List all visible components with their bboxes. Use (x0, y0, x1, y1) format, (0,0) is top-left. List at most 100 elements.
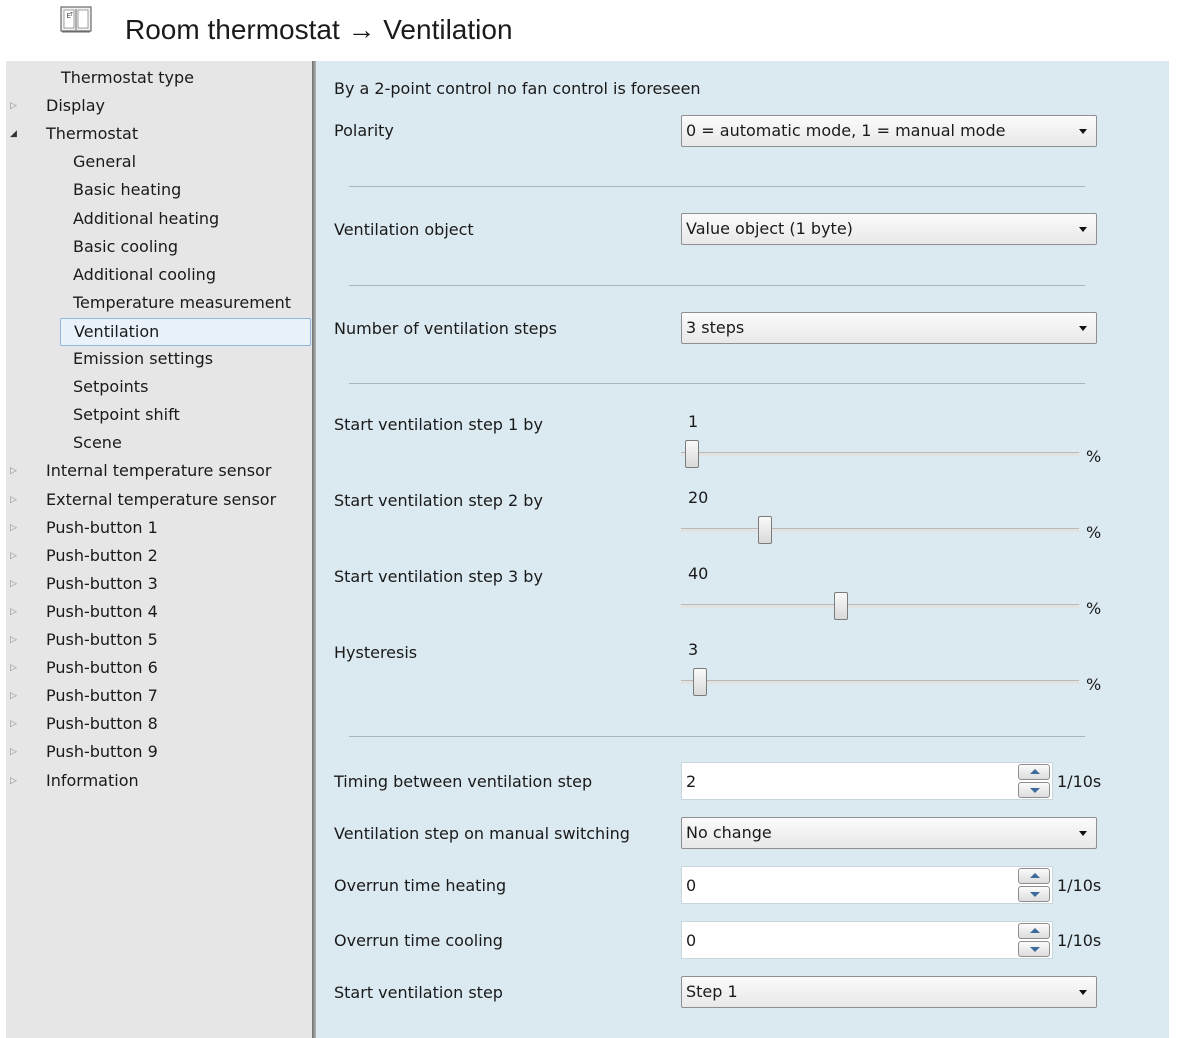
tree-item[interactable]: ▷ Push-button 7 (6, 683, 306, 709)
slider-thumb[interactable] (834, 592, 848, 620)
tree-item[interactable]: Ventilation (60, 317, 311, 346)
tree-item[interactable]: ▷ Information (6, 768, 306, 794)
tree-item[interactable]: Emission settings (6, 346, 306, 372)
tree-item-label: Internal temperature sensor (46, 461, 272, 481)
polarity-label: Polarity (334, 121, 394, 140)
overrun-cooling-spinner[interactable] (1018, 923, 1050, 957)
tree-item[interactable]: ▷ Push-button 3 (6, 571, 306, 597)
tree-item[interactable]: ▷ Push-button 9 (6, 739, 306, 765)
collapsed-triangle-icon[interactable]: ▷ (10, 487, 20, 513)
tree-item[interactable]: Additional heating (6, 206, 306, 232)
tree-item-label: Emission settings (73, 349, 214, 368)
tree-item[interactable]: Basic heating (6, 177, 306, 203)
tree-item[interactable]: Basic cooling (6, 234, 306, 260)
tree-item-label: Setpoints (73, 377, 149, 397)
start-step-dropdown[interactable]: Step 1 (681, 976, 1097, 1008)
overrun-heating-spinner[interactable] (1018, 868, 1050, 902)
collapsed-triangle-icon[interactable]: ▷ (10, 543, 20, 569)
overrun-cooling-input[interactable]: 0 (681, 921, 1053, 959)
tree-item[interactable]: ▷ Push-button 1 (6, 515, 306, 541)
tree-item[interactable]: ▷ External temperature sensor (6, 487, 306, 513)
timing-input[interactable]: 2 (681, 762, 1053, 800)
tree-item-label: Push-button 2 (46, 545, 158, 565)
tree-item-label: Information (46, 770, 139, 790)
tree-item[interactable]: ▷ Push-button 2 (6, 543, 306, 569)
timing-unit: 1/10s (1057, 772, 1102, 791)
manual-step-dropdown[interactable]: No change (681, 817, 1097, 849)
tree-item-label: Push-button 9 (46, 742, 158, 762)
tree-item-label: Push-button 6 (46, 658, 158, 678)
slider-track[interactable] (681, 528, 1079, 532)
collapsed-triangle-icon[interactable]: ▷ (10, 571, 20, 597)
tree-item[interactable]: ▷ Internal temperature sensor (6, 458, 306, 484)
overrun-cooling-label: Overrun time cooling (334, 931, 503, 950)
slider-track[interactable] (681, 680, 1079, 684)
steps-count-dropdown[interactable]: 3 steps (681, 312, 1097, 344)
separator (349, 383, 1085, 384)
page-title: Room thermostat → Ventilation (125, 14, 513, 45)
book-icon: E T (60, 6, 92, 33)
start-step-value: Step 1 (686, 982, 738, 1001)
slider-thumb[interactable] (685, 440, 699, 468)
tree-item[interactable]: ◢ Thermostat (6, 121, 306, 147)
tree-item-label: General (73, 152, 137, 172)
tree-item[interactable]: ▷ Push-button 5 (6, 627, 306, 653)
spin-down-icon[interactable] (1018, 941, 1050, 957)
tree-item-label: Push-button 3 (46, 573, 158, 593)
overrun-heating-input[interactable]: 0 (681, 866, 1053, 904)
timing-spinner[interactable] (1018, 764, 1050, 798)
slider-track[interactable] (681, 604, 1079, 608)
separator (349, 186, 1085, 187)
tree-item[interactable]: Setpoints (6, 374, 306, 400)
tree-item[interactable]: Thermostat type (6, 65, 306, 91)
parameter-tree: Thermostat type ▷ Display ◢ Thermostat Genera… (6, 61, 312, 1038)
right-margin (1169, 61, 1186, 1038)
collapsed-triangle-icon[interactable]: ▷ (10, 711, 20, 737)
info-text: By a 2-point control no fan control is f… (334, 79, 701, 98)
spin-up-icon[interactable] (1018, 923, 1050, 939)
slider-track[interactable] (681, 452, 1079, 456)
collapsed-triangle-icon[interactable]: ▷ (10, 655, 20, 681)
collapsed-triangle-icon[interactable]: ▷ (10, 683, 20, 709)
tree-item[interactable]: General (6, 149, 306, 175)
collapsed-triangle-icon[interactable]: ▷ (10, 458, 20, 484)
slider-label: Start ventilation step 2 by (334, 491, 543, 510)
expanded-triangle-icon[interactable]: ◢ (10, 121, 20, 147)
overrun-cooling-unit: 1/10s (1057, 931, 1102, 950)
spin-down-icon[interactable] (1018, 886, 1050, 902)
slider-value: 20 (688, 488, 709, 507)
tree-item-label: Setpoint shift (73, 405, 180, 425)
polarity-value: 0 = automatic mode, 1 = manual mode (686, 121, 1006, 140)
ventilation-object-dropdown[interactable]: Value object (1 byte) (681, 213, 1097, 245)
tree-item[interactable]: Temperature measurement (6, 290, 306, 316)
tree-item[interactable]: ▷ Display (6, 93, 306, 119)
tree-item-label: Temperature measurement (73, 292, 292, 312)
polarity-dropdown[interactable]: 0 = automatic mode, 1 = manual mode (681, 115, 1097, 147)
slider-value: 40 (688, 564, 709, 583)
collapsed-triangle-icon[interactable]: ▷ (10, 768, 20, 794)
slider-thumb[interactable] (758, 516, 772, 544)
overrun-cooling-value: 0 (686, 931, 697, 950)
collapsed-triangle-icon[interactable]: ▷ (10, 627, 20, 653)
tree-item-label: Ventilation (74, 321, 160, 341)
collapsed-triangle-icon[interactable]: ▷ (10, 515, 20, 541)
chevron-down-icon (1079, 326, 1087, 331)
collapsed-triangle-icon[interactable]: ▷ (10, 599, 20, 625)
slider-value: 3 (688, 640, 699, 659)
tree-item[interactable]: ▷ Push-button 4 (6, 599, 306, 625)
chevron-down-icon (1079, 990, 1087, 995)
slider-unit: % (1086, 675, 1102, 694)
tree-item[interactable]: Scene (6, 430, 306, 456)
tree-item[interactable]: Setpoint shift (6, 402, 306, 428)
tree-item[interactable]: ▷ Push-button 6 (6, 655, 306, 681)
tree-item[interactable]: Additional cooling (6, 262, 306, 288)
tree-item[interactable]: ▷ Push-button 8 (6, 711, 306, 737)
spin-down-icon[interactable] (1018, 782, 1050, 798)
spin-up-icon[interactable] (1018, 868, 1050, 884)
spin-up-icon[interactable] (1018, 764, 1050, 780)
chevron-down-icon (1079, 227, 1087, 232)
tree-item-label: Basic cooling (73, 236, 179, 256)
collapsed-triangle-icon[interactable]: ▷ (10, 739, 20, 765)
collapsed-triangle-icon[interactable]: ▷ (10, 93, 20, 119)
slider-thumb[interactable] (693, 668, 707, 696)
